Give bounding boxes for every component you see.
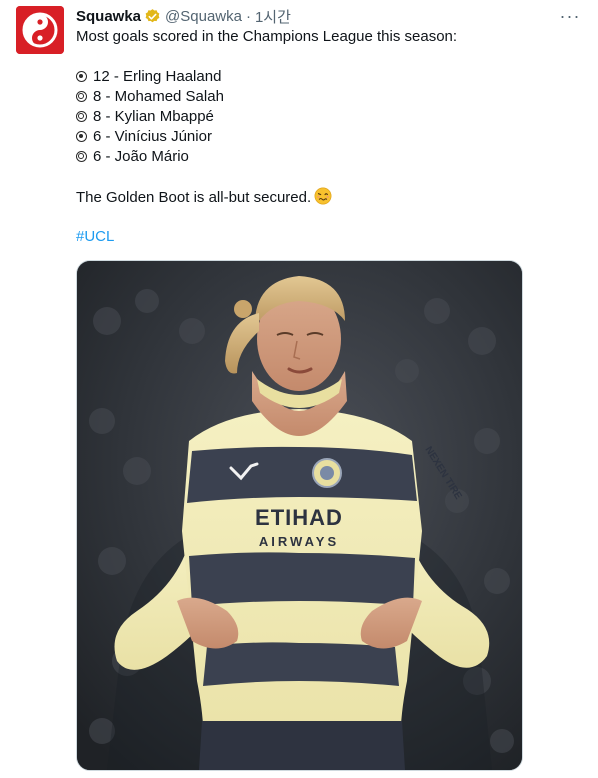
ranking-item: 12 - Erling Haaland <box>76 67 582 87</box>
jersey-sponsor-sub: AIRWAYS <box>259 534 339 549</box>
intro-text: Most goals scored in the Champions Leagu… <box>76 28 458 45</box>
hashtag-link[interactable]: #UCL <box>76 228 114 245</box>
woozy-face-icon <box>314 187 332 205</box>
timestamp[interactable]: 1시간 <box>255 6 291 27</box>
jersey-sponsor: ETIHAD <box>255 505 343 530</box>
more-options-icon[interactable]: ··· <box>558 6 582 26</box>
tweet[interactable]: Squawka @Squawka · 1시간 ··· Most goals sc… <box>0 0 598 778</box>
handle[interactable]: @Squawka <box>165 8 242 25</box>
ranking-text: 6 - Vinícius Júnior <box>93 128 212 145</box>
display-name[interactable]: Squawka <box>76 8 141 25</box>
closing-line: The Golden Boot is all-but secured. <box>76 187 582 207</box>
verified-badge-icon[interactable] <box>144 8 161 25</box>
ranking-item: 8 - Mohamed Salah <box>76 87 582 107</box>
squawka-logo-icon <box>16 6 64 54</box>
avatar[interactable] <box>16 6 64 54</box>
ranking-list: 12 - Erling Haaland 8 - Mohamed Salah 8 - … <box>76 67 582 167</box>
ring-medal-icon <box>76 151 87 162</box>
ranking-text: 8 - Mohamed Salah <box>93 88 224 105</box>
tweet-image[interactable]: ETIHAD AIRWAYS NEXEN TIRE <box>76 260 523 771</box>
ranking-text: 8 - Kylian Mbappé <box>93 108 214 125</box>
ranking-item: 6 - Vinícius Júnior <box>76 127 582 147</box>
closing-text: The Golden Boot is all-but secured. <box>76 189 312 206</box>
tweet-header: Squawka @Squawka · 1시간 <box>76 6 291 26</box>
filled-medal-icon <box>76 131 87 142</box>
ring-medal-icon <box>76 91 87 102</box>
tweet-text: Most goals scored in the Champions Leagu… <box>76 27 582 247</box>
ranking-item: 6 - João Mário <box>76 147 582 167</box>
ring-medal-icon <box>76 111 87 122</box>
ranking-item: 8 - Kylian Mbappé <box>76 107 582 127</box>
header-separator: · <box>245 7 251 25</box>
ranking-text: 6 - João Mário <box>93 148 189 165</box>
player-photo: ETIHAD AIRWAYS NEXEN TIRE <box>77 261 522 770</box>
ranking-text: 12 - Erling Haaland <box>93 68 222 85</box>
filled-medal-icon <box>76 71 87 82</box>
